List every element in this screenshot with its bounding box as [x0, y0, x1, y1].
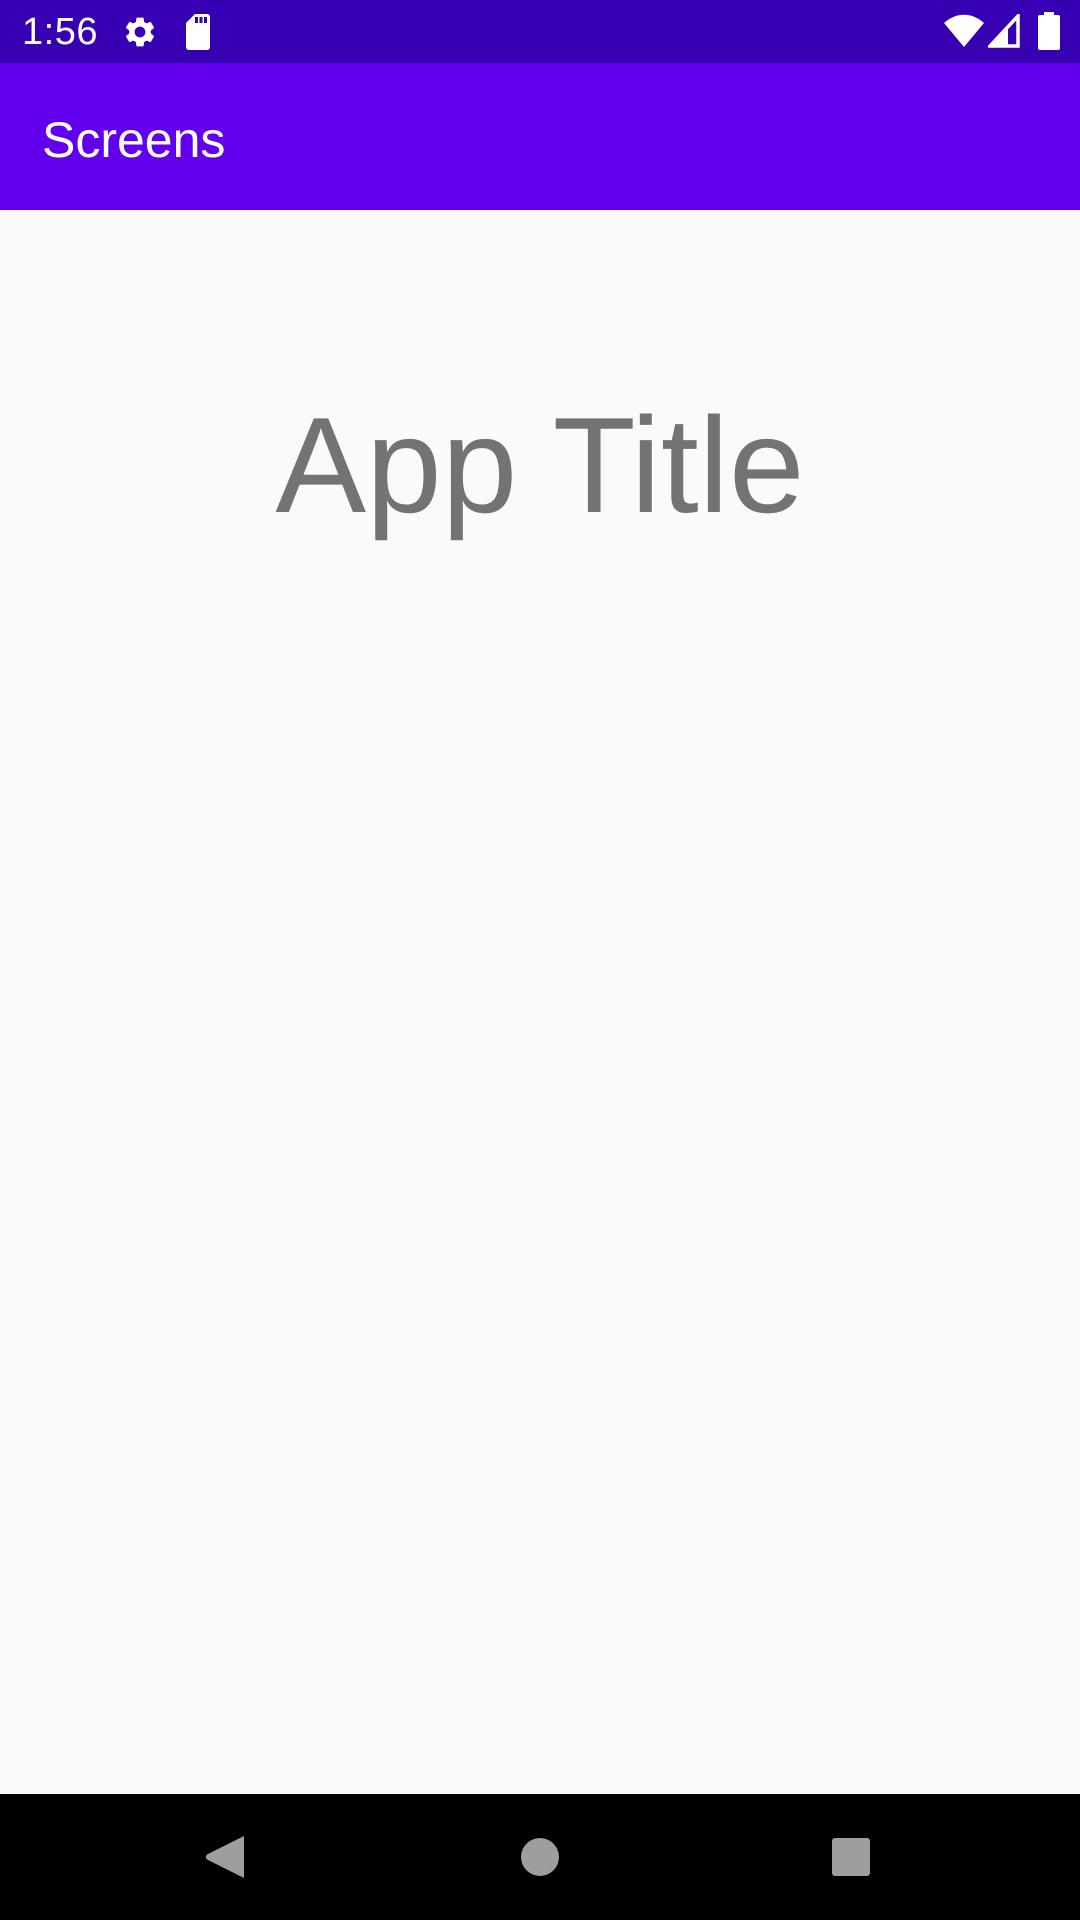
main-content: App Title [0, 210, 1080, 1794]
cell-signal-icon [985, 11, 1020, 53]
recents-icon[interactable] [816, 1822, 886, 1892]
status-bar: 1:56 [0, 0, 1080, 63]
gear-icon [122, 14, 158, 55]
app-bar-title: Screens [42, 112, 226, 168]
wifi-icon [944, 14, 984, 53]
back-icon[interactable] [192, 1822, 262, 1892]
app-title: App Title [275, 389, 805, 541]
status-time: 1:56 [22, 11, 98, 53]
home-icon[interactable] [505, 1822, 575, 1892]
battery-icon [1038, 12, 1060, 55]
navigation-bar [0, 1794, 1080, 1920]
app-bar: Screens [0, 63, 1080, 210]
sd-card-icon [182, 14, 214, 55]
